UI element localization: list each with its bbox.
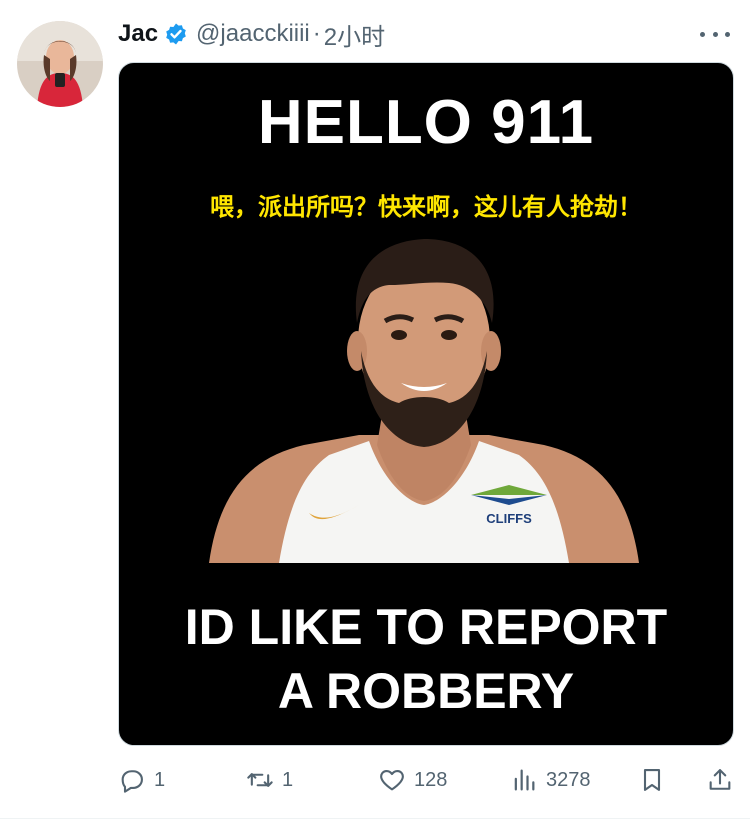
- views-button[interactable]: 3278: [510, 766, 591, 794]
- separator-dot: ·: [312, 20, 321, 47]
- bookmark-button[interactable]: [638, 766, 666, 794]
- heart-icon: [380, 769, 404, 791]
- meme-headline-top: HELLO 911: [257, 88, 595, 157]
- views-count: 3278: [546, 768, 591, 791]
- more-options-ellipsis-icon[interactable]: [700, 22, 730, 46]
- like-count: 128: [414, 768, 448, 791]
- tweet-header: Jac @jaacckiiii · 2小时: [118, 16, 385, 52]
- author-display-name[interactable]: Jac: [118, 20, 158, 48]
- like-button[interactable]: 128: [378, 766, 447, 794]
- share-button[interactable]: [706, 766, 734, 794]
- retweet-icon: [247, 773, 273, 787]
- reply-count: 1: [154, 768, 166, 791]
- tweet-divider: [0, 818, 750, 819]
- bookmark-icon: [643, 769, 661, 791]
- author-handle[interactable]: @jaacckiiii: [196, 20, 310, 48]
- reply-button[interactable]: 1: [118, 766, 165, 794]
- meme-headline-bottom-line2: A ROBBERY: [277, 663, 575, 719]
- author-avatar[interactable]: [17, 21, 103, 107]
- views-icon: [514, 769, 535, 791]
- player-photo: CLIFFS: [209, 239, 639, 563]
- meme-headline-bottom-line1: ID LIKE TO REPORT: [184, 599, 668, 655]
- retweet-count: 1: [282, 768, 294, 791]
- reply-icon: [121, 770, 143, 793]
- tweet-timestamp[interactable]: 2小时: [324, 17, 385, 52]
- retweet-button[interactable]: 1: [246, 766, 293, 794]
- jersey-sponsor-text: CLIFFS: [486, 511, 532, 526]
- share-icon: [709, 769, 731, 790]
- meme-caption-chinese: 喂，派出所吗？快来啊，这儿有人抢劫！: [210, 193, 642, 221]
- meme-headline-bottom: ID LIKE TO REPORT A ROBBERY: [119, 595, 733, 723]
- tweet-media-image[interactable]: HELLO 911 喂，派出所吗？快来啊，这儿有人抢劫！ CLIFFS ID L…: [118, 62, 734, 746]
- tweet-action-bar: 1 1 128 3278: [118, 760, 736, 800]
- avatar-image: [17, 21, 103, 107]
- verified-badge-icon: [166, 23, 186, 45]
